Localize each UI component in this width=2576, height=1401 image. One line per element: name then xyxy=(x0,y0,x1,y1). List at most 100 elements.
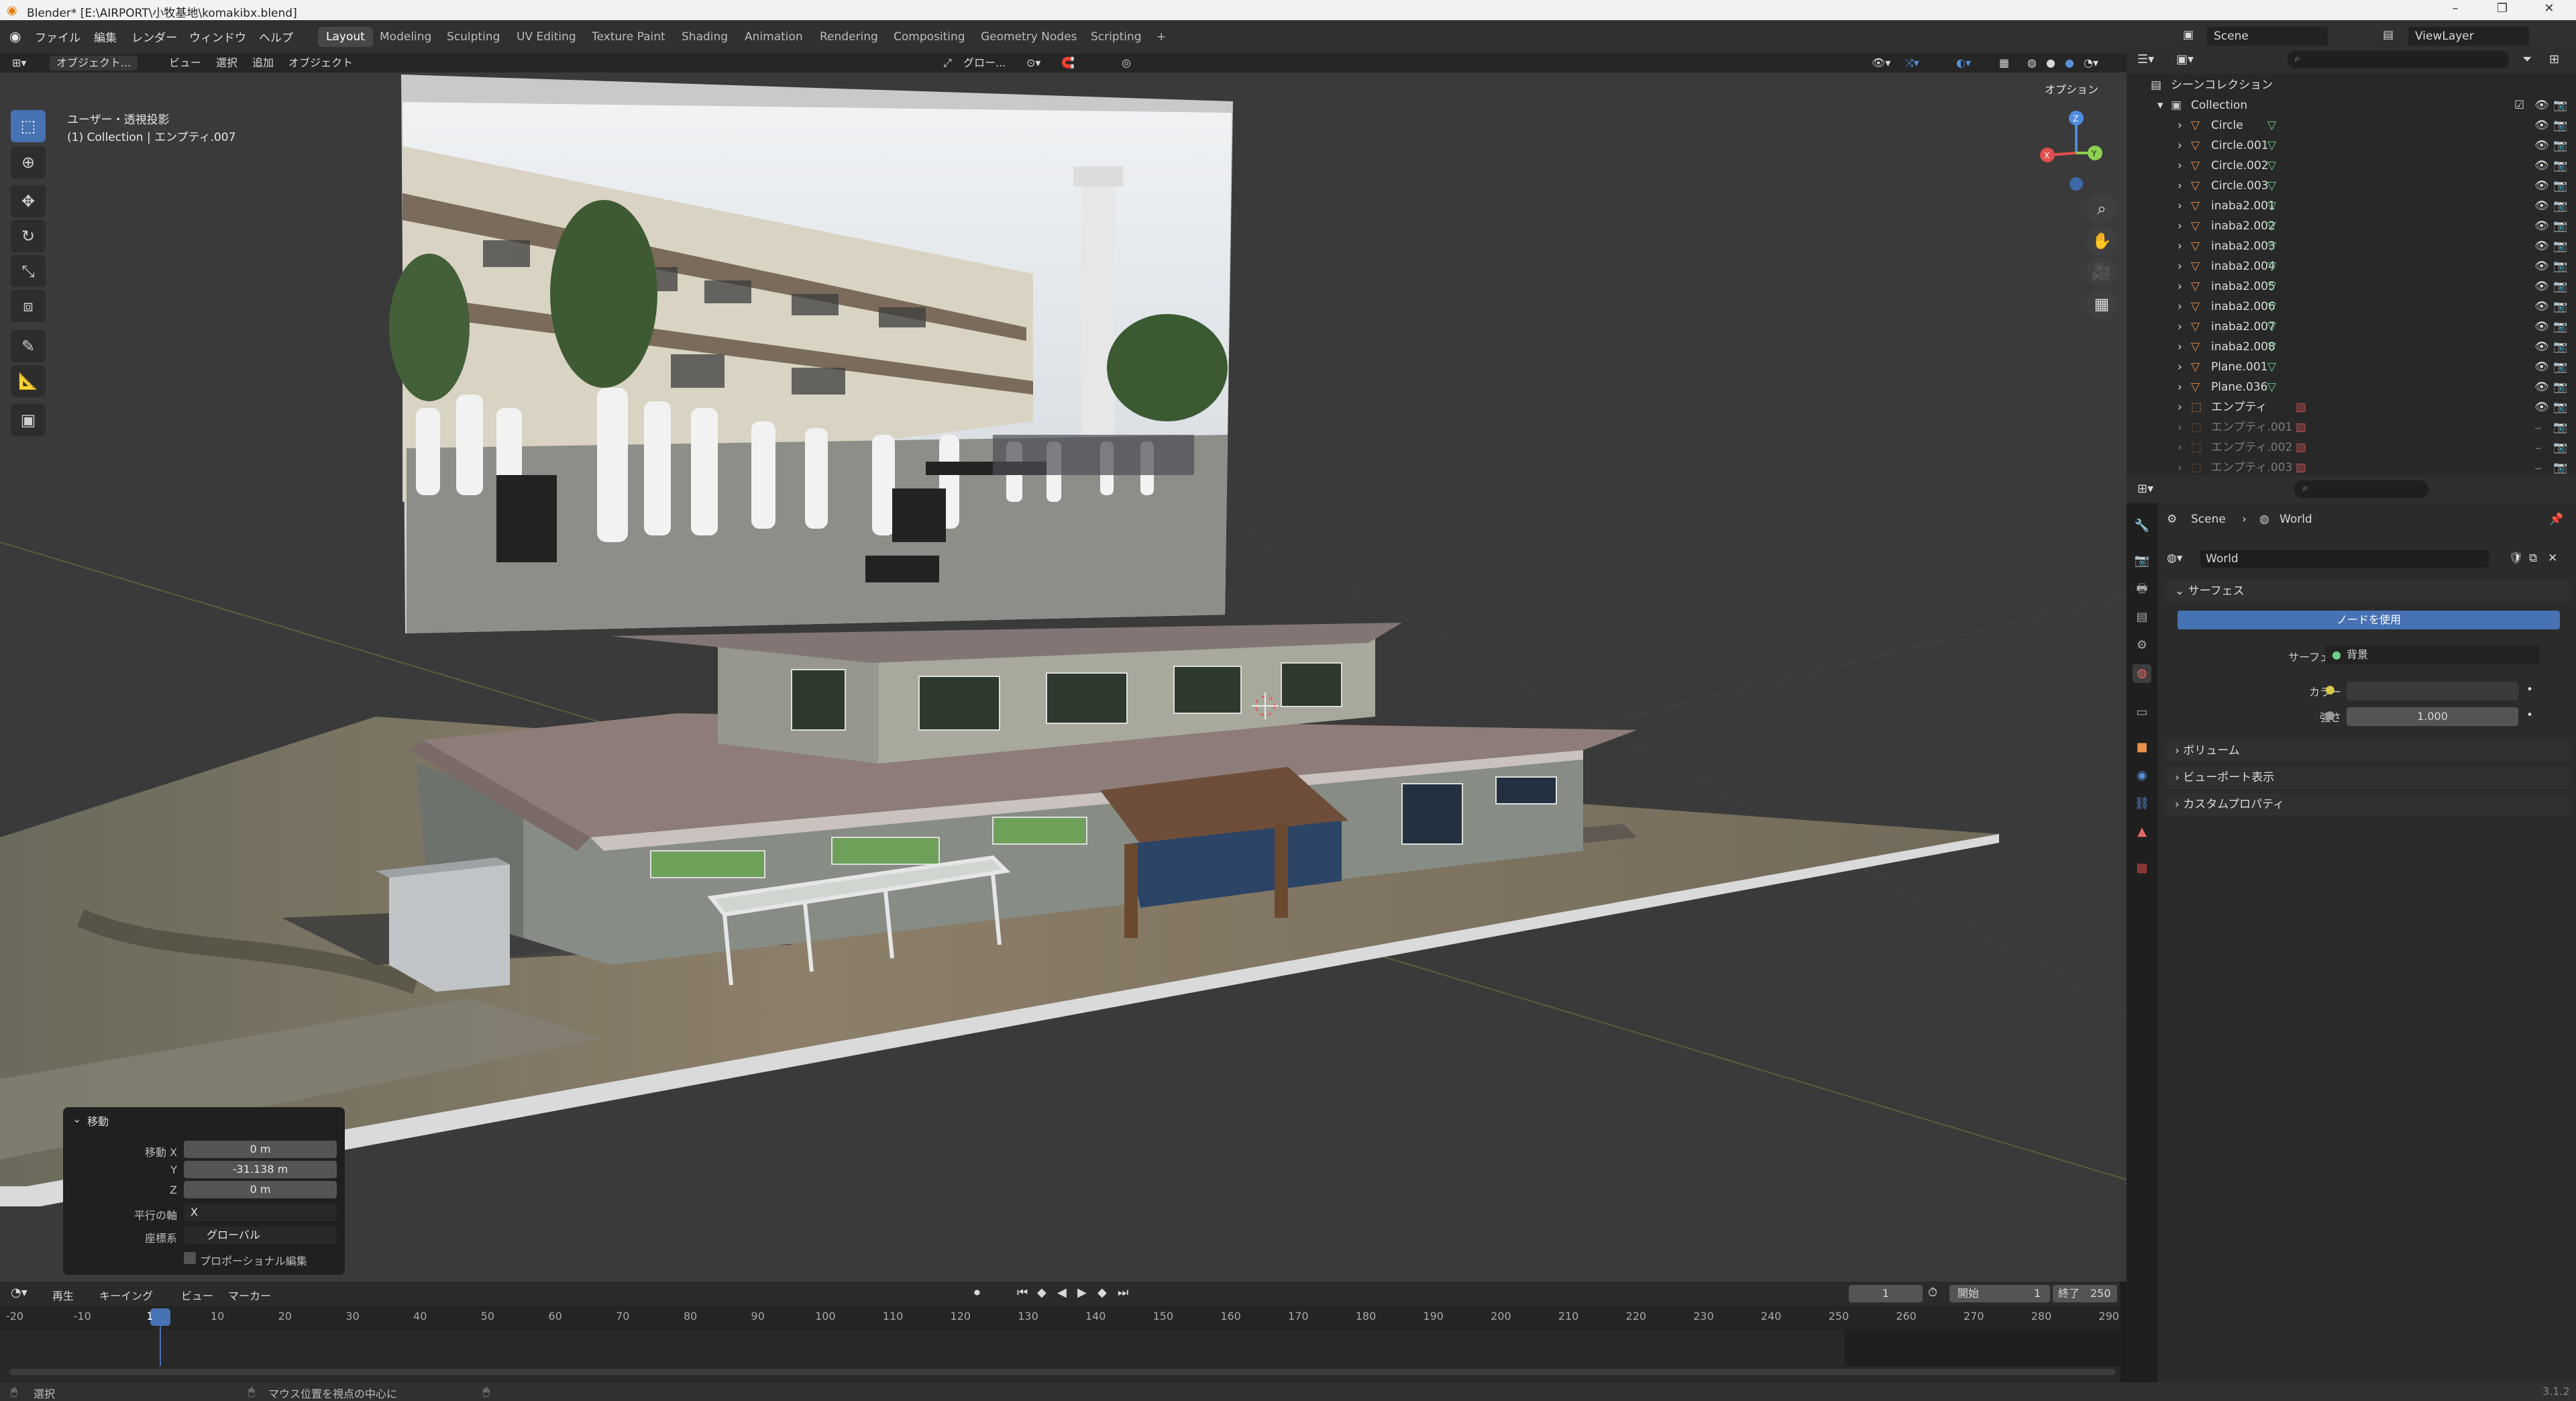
select-box-tool-icon[interactable]: ⬚ xyxy=(11,110,46,142)
collection-tab-icon[interactable]: ▭ xyxy=(2133,703,2151,722)
eye-icon[interactable]: 👁 xyxy=(2534,156,2549,176)
mesh-data-icon[interactable]: ▽ xyxy=(2267,297,2276,317)
tab-compositing[interactable]: Compositing xyxy=(885,27,973,47)
playhead[interactable] xyxy=(150,1308,170,1326)
menu-add[interactable]: 追加 xyxy=(252,56,274,70)
collapse-arrow-icon[interactable]: ⌄ xyxy=(72,1112,81,1125)
menu-render[interactable]: レンダー xyxy=(131,28,177,45)
pan-hand-icon[interactable]: ✋ xyxy=(2086,225,2117,256)
output-tab-icon[interactable]: 🖶 xyxy=(2133,580,2151,599)
eye-icon[interactable]: 👁 xyxy=(2534,136,2549,156)
outliner-item[interactable]: › ⬚ エンプティ ▧ 👁 📷 xyxy=(2127,397,2576,417)
scene-selector[interactable]: Scene xyxy=(2207,27,2328,46)
minimize-button[interactable]: – xyxy=(2435,1,2475,15)
tab-shading[interactable]: Shading xyxy=(674,27,736,47)
tab-sculpting[interactable]: Sculpting xyxy=(439,27,508,47)
expand-arrow-icon[interactable]: › xyxy=(2178,317,2182,337)
strength-value[interactable]: 1.000 xyxy=(2347,707,2518,726)
xray-icon[interactable]: ▦ xyxy=(1999,56,2009,70)
camera-icon[interactable]: 📷 xyxy=(2553,397,2567,417)
expand-arrow-icon[interactable]: › xyxy=(2178,176,2182,196)
move-tool-icon[interactable]: ✥ xyxy=(11,185,46,217)
mesh-data-icon[interactable]: ▽ xyxy=(2267,196,2276,216)
view-layer-tab-icon[interactable]: ▤ xyxy=(2133,608,2151,627)
outliner-item[interactable]: › ▽ Circle ▽ 👁 📷 xyxy=(2127,115,2576,136)
scene-tab-icon[interactable]: ⚙ xyxy=(2133,636,2151,655)
maximize-button[interactable]: ❐ xyxy=(2482,1,2522,15)
camera-icon[interactable]: 📷 xyxy=(2553,458,2567,475)
mesh-data-icon[interactable]: ▽ xyxy=(2267,377,2276,397)
zoom-icon[interactable]: ⌕ xyxy=(2086,193,2117,224)
surface-section-header[interactable]: ⌄ サーフェス xyxy=(2167,580,2569,603)
expand-arrow-icon[interactable]: › xyxy=(2178,216,2182,236)
tab-animation[interactable]: Animation xyxy=(737,27,811,47)
blender-menu-icon[interactable]: ◉ xyxy=(9,28,21,44)
fake-user-icon[interactable]: 🛡 xyxy=(2509,552,2524,565)
keyframe-dot-icon[interactable]: • xyxy=(2526,683,2533,696)
eye-icon[interactable]: 👁 xyxy=(2534,337,2549,357)
eye-icon[interactable]: 👁 xyxy=(2534,95,2549,115)
tab-rendering[interactable]: Rendering xyxy=(812,27,886,47)
expand-arrow-icon[interactable]: › xyxy=(2178,437,2182,458)
expand-arrow-icon[interactable]: › xyxy=(2178,377,2182,397)
camera-icon[interactable]: 📷 xyxy=(2553,337,2567,357)
menu-object[interactable]: オブジェクト xyxy=(288,56,353,70)
eye-icon[interactable]: 👁 xyxy=(2534,397,2549,417)
world-browse-icon[interactable]: ◍▾ xyxy=(2167,552,2182,565)
cursor-tool-icon[interactable]: ⊕ xyxy=(11,146,46,178)
tab-scripting[interactable]: Scripting xyxy=(1083,27,1150,47)
physics-tab-icon[interactable]: ◉ xyxy=(2133,766,2151,785)
mesh-data-icon[interactable]: ▽ xyxy=(2267,317,2276,337)
outliner-editor-icon[interactable]: ☰▾ xyxy=(2137,52,2154,66)
tool-tab-icon[interactable]: 🔧 xyxy=(2133,517,2151,535)
data-tab-icon[interactable]: ▲ xyxy=(2133,823,2151,841)
outliner-item[interactable]: › ▽ Plane.036 ▽ 👁 📷 xyxy=(2127,377,2576,397)
transform-orientation-icon[interactable]: ⤢ xyxy=(943,56,952,70)
constraint-axis-select[interactable]: X xyxy=(184,1204,337,1221)
timeline-ruler[interactable]: -20 -10 1 10 20 30 40 50 60 70 80 90 100 110 120 130 140… xyxy=(0,1306,2120,1330)
outliner-item[interactable]: › ▽ inaba2.005 ▽ 👁 📷 xyxy=(2127,276,2576,297)
filter-icon[interactable]: ⏷ xyxy=(2522,52,2532,66)
camera-icon[interactable]: 📷 xyxy=(2553,357,2567,377)
outliner-item[interactable]: › ▽ Circle.001 ▽ 👁 📷 xyxy=(2127,136,2576,156)
color-swatch[interactable] xyxy=(2347,682,2518,701)
menu-playback[interactable]: 再生 xyxy=(52,1287,74,1303)
expand-arrow-icon[interactable]: › xyxy=(2178,397,2182,417)
texture-tab-icon[interactable]: ▩ xyxy=(2133,859,2151,878)
add-workspace-icon[interactable]: + xyxy=(1148,27,1174,47)
render-tab-icon[interactable]: 📷 xyxy=(2133,552,2151,570)
constraints-tab-icon[interactable]: ⛓ xyxy=(2133,794,2151,813)
tab-modeling[interactable]: Modeling xyxy=(372,27,439,47)
solid-shading-icon[interactable]: ● xyxy=(2046,56,2055,70)
menu-file[interactable]: ファイル xyxy=(35,28,80,45)
orientation-select[interactable]: グローバル xyxy=(184,1227,337,1244)
play-reverse-icon[interactable]: ◀ xyxy=(1057,1286,1067,1300)
3d-viewport[interactable]: Z X Y ユーザー・透視投影 (1) Collection | エンプティ.0… xyxy=(0,72,2127,1282)
eye-closed-icon[interactable]: ⌣ xyxy=(2534,437,2542,458)
volume-section-header[interactable]: › ボリューム xyxy=(2167,739,2569,762)
mesh-data-icon[interactable]: ▽ xyxy=(2267,216,2276,236)
measure-tool-icon[interactable]: 📐 xyxy=(11,365,46,397)
gizmo-icon[interactable]: ⤨▾ xyxy=(1905,56,1919,70)
camera-icon[interactable]: 📷 xyxy=(2553,377,2567,397)
properties-search-input[interactable] xyxy=(2294,480,2428,498)
camera-icon[interactable]: 📷 xyxy=(2553,317,2567,337)
transform-orientation-selector[interactable]: グロー... xyxy=(963,56,1006,70)
camera-icon[interactable]: 📷 xyxy=(2553,196,2567,216)
world-name-field[interactable]: World xyxy=(2200,550,2489,568)
unlink-icon[interactable]: ✕ xyxy=(2548,552,2557,565)
outliner-item[interactable]: › ▽ inaba2.004 ▽ 👁 📷 xyxy=(2127,256,2576,276)
transform-tool-icon[interactable]: ⧈ xyxy=(11,290,46,322)
new-collection-icon[interactable]: ⊞ xyxy=(2549,52,2559,66)
play-icon[interactable]: ▶ xyxy=(1077,1286,1087,1300)
camera-icon[interactable]: 📷 xyxy=(2553,216,2567,236)
move-x-field[interactable]: 0 m xyxy=(184,1141,337,1158)
camera-icon[interactable]: 📷 xyxy=(2553,95,2567,115)
outliner-item[interactable]: › ⬚ エンプティ.003 ▧ ⌣ 📷 xyxy=(2127,458,2576,475)
menu-keying[interactable]: キーイング xyxy=(99,1287,153,1303)
timeline-editor-icon[interactable]: ◔▾ xyxy=(11,1286,28,1300)
proportional-edit-icon[interactable]: ◎ xyxy=(1122,56,1131,70)
mesh-data-icon[interactable]: ▽ xyxy=(2267,115,2276,136)
menu-edit[interactable]: 編集 xyxy=(94,28,117,45)
camera-icon[interactable]: 📷 xyxy=(2553,115,2567,136)
